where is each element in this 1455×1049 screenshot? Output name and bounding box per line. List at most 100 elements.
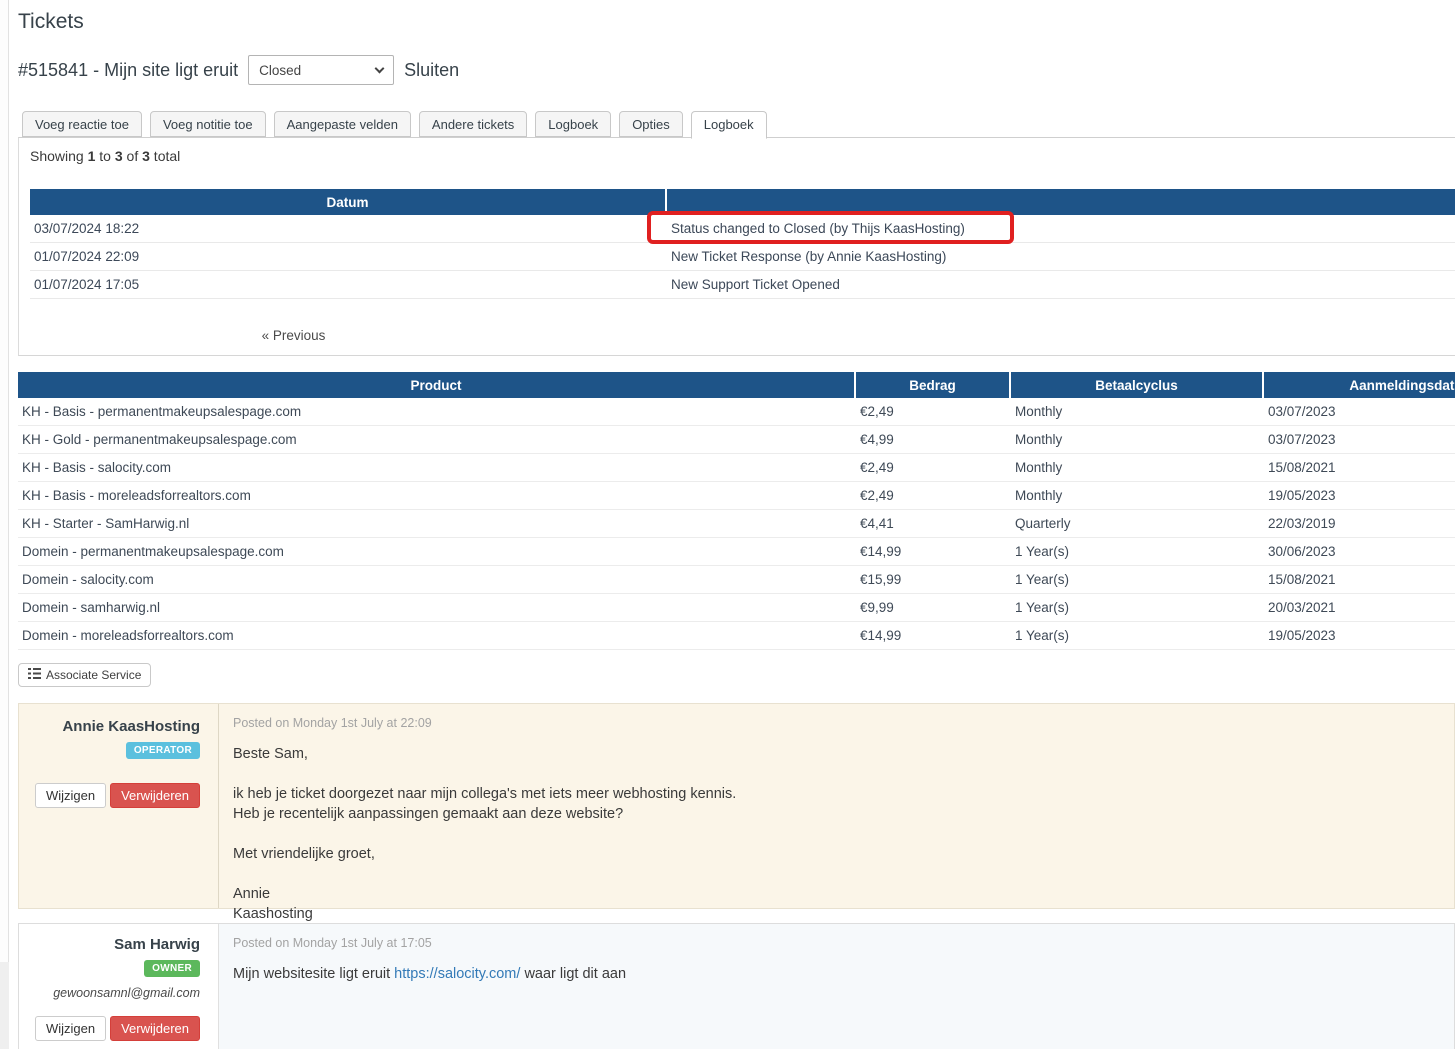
table-row: 03/07/2024 18:22 Status changed to Close… bbox=[30, 215, 1455, 243]
edit-button[interactable]: Wijzigen bbox=[35, 1016, 106, 1041]
product-name[interactable]: KH - Basis - salocity.com bbox=[18, 460, 854, 475]
products-table-header: Product Bedrag Betaalcyclus Aanmeldingsd… bbox=[18, 372, 1455, 398]
log-date: 01/07/2024 17:05 bbox=[30, 277, 665, 292]
edit-button[interactable]: Wijzigen bbox=[35, 783, 106, 808]
message-paragraph: ik heb je ticket doorgezet naar mijn col… bbox=[233, 784, 1440, 824]
product-signup-date: 19/05/2023 bbox=[1264, 628, 1455, 643]
product-signup-date: 03/07/2023 bbox=[1264, 432, 1455, 447]
author-name: Annie KaasHosting bbox=[19, 718, 200, 735]
table-row: Domein - samharwig.nl €9,99 1 Year(s) 20… bbox=[18, 594, 1455, 622]
status-badge: OWNER bbox=[144, 960, 200, 977]
product-name[interactable]: Domein - permanentmakeupsalespage.com bbox=[18, 544, 854, 559]
product-signup-date: 15/08/2021 bbox=[1264, 572, 1455, 587]
products-table: Product Bedrag Betaalcyclus Aanmeldingsd… bbox=[18, 372, 1455, 650]
product-name[interactable]: KH - Basis - permanentmakeupsalespage.co… bbox=[18, 404, 854, 419]
logbook-table: Datum 03/07/2024 18:22 Status changed to… bbox=[30, 189, 1455, 299]
posted-timestamp: Posted on Monday 1st July at 17:05 bbox=[233, 936, 1440, 950]
product-cycle: 1 Year(s) bbox=[1011, 628, 1262, 643]
list-icon bbox=[28, 668, 41, 682]
column-header-action bbox=[667, 189, 1455, 215]
product-amount: €9,99 bbox=[856, 600, 1009, 615]
showing-total: 3 bbox=[142, 148, 150, 164]
message-line: Heb je recentelijk aanpassingen gemaakt … bbox=[233, 806, 623, 822]
product-amount: €15,99 bbox=[856, 572, 1009, 587]
table-row: KH - Basis - moreleadsforrealtors.com €2… bbox=[18, 482, 1455, 510]
ticket-tabs: Voeg reactie toe Voeg notitie toe Aangep… bbox=[22, 111, 767, 139]
message-paragraph: Met vriendelijke groet, bbox=[233, 844, 1440, 864]
reply-message: Beste Sam, ik heb je ticket doorgezet na… bbox=[233, 744, 1440, 924]
table-row: 01/07/2024 22:09 New Ticket Response (by… bbox=[30, 243, 1455, 271]
reply-body: Posted on Monday 1st July at 17:05 Mijn … bbox=[219, 924, 1454, 1049]
product-signup-date: 20/03/2021 bbox=[1264, 600, 1455, 615]
table-row: Domein - salocity.com €15,99 1 Year(s) 1… bbox=[18, 566, 1455, 594]
product-amount: €4,41 bbox=[856, 516, 1009, 531]
chevron-down-icon bbox=[375, 63, 385, 73]
log-action: Status changed to Closed (by Thijs KaasH… bbox=[667, 221, 1455, 236]
product-name[interactable]: Domein - salocity.com bbox=[18, 572, 854, 587]
reply-author-panel: Sam Harwig OWNER gewoonsamnl@gmail.com W… bbox=[19, 924, 219, 1049]
tab-opties[interactable]: Opties bbox=[619, 111, 683, 137]
associate-service-button[interactable]: Associate Service bbox=[18, 663, 151, 687]
message-paragraph: Mijn websitesite ligt eruit https://salo… bbox=[233, 964, 1440, 984]
log-date: 01/07/2024 22:09 bbox=[30, 249, 665, 264]
product-cycle: 1 Year(s) bbox=[1011, 572, 1262, 587]
showing-tail: total bbox=[150, 148, 180, 164]
reply-author-panel: Annie KaasHosting OPERATOR Wijzigen Verw… bbox=[19, 704, 219, 908]
product-name[interactable]: Domein - moreleadsforrealtors.com bbox=[18, 628, 854, 643]
message-paragraph: Annie Kaashosting bbox=[233, 884, 1440, 924]
tab-andere-tickets[interactable]: Andere tickets bbox=[419, 111, 527, 137]
column-header-aanmeldingsdatum: Aanmeldingsdatum bbox=[1264, 372, 1455, 398]
product-name[interactable]: KH - Starter - SamHarwig.nl bbox=[18, 516, 854, 531]
tab-logboek-active[interactable]: Logboek bbox=[691, 111, 767, 139]
close-ticket-link[interactable]: Sluiten bbox=[404, 60, 459, 81]
left-gutter-shade bbox=[0, 962, 9, 1049]
salocity-link[interactable]: https://salocity.com/ bbox=[394, 966, 520, 982]
product-name[interactable]: KH - Basis - moreleadsforrealtors.com bbox=[18, 488, 854, 503]
product-cycle: 1 Year(s) bbox=[1011, 544, 1262, 559]
column-header-betaalcyclus: Betaalcyclus bbox=[1011, 372, 1262, 398]
product-amount: €2,49 bbox=[856, 488, 1009, 503]
tab-logboek[interactable]: Logboek bbox=[535, 111, 611, 137]
product-signup-date: 22/03/2019 bbox=[1264, 516, 1455, 531]
logbook-table-header: Datum bbox=[30, 189, 1455, 215]
column-header-product: Product bbox=[18, 372, 854, 398]
table-row: Domein - moreleadsforrealtors.com €14,99… bbox=[18, 622, 1455, 650]
message-line: Kaashosting bbox=[233, 906, 313, 922]
reply-actions: Wijzigen Verwijderen bbox=[19, 1016, 200, 1041]
status-select-value: Closed bbox=[259, 63, 301, 78]
ticket-header: #515841 - Mijn site ligt eruit Closed Sl… bbox=[18, 54, 459, 86]
delete-button[interactable]: Verwijderen bbox=[110, 783, 200, 808]
reply-client: Sam Harwig OWNER gewoonsamnl@gmail.com W… bbox=[18, 923, 1455, 1049]
product-signup-date: 03/07/2023 bbox=[1264, 404, 1455, 419]
message-text: Mijn websitesite ligt eruit bbox=[233, 966, 394, 982]
product-name[interactable]: KH - Gold - permanentmakeupsalespage.com bbox=[18, 432, 854, 447]
product-signup-date: 30/06/2023 bbox=[1264, 544, 1455, 559]
reply-message: Mijn websitesite ligt eruit https://salo… bbox=[233, 964, 1440, 984]
showing-lead: Showing bbox=[30, 148, 88, 164]
tab-voeg-reactie-toe[interactable]: Voeg reactie toe bbox=[22, 111, 142, 137]
delete-button[interactable]: Verwijderen bbox=[110, 1016, 200, 1041]
product-cycle: 1 Year(s) bbox=[1011, 600, 1262, 615]
reply-actions: Wijzigen Verwijderen bbox=[19, 783, 200, 808]
product-amount: €2,49 bbox=[856, 460, 1009, 475]
message-line: Annie bbox=[233, 886, 270, 902]
left-gutter bbox=[0, 0, 9, 1049]
log-date: 03/07/2024 18:22 bbox=[30, 221, 665, 236]
product-cycle: Monthly bbox=[1011, 404, 1262, 419]
product-signup-date: 15/08/2021 bbox=[1264, 460, 1455, 475]
log-action: New Ticket Response (by Annie KaasHostin… bbox=[667, 249, 1455, 264]
tab-aangepaste-velden[interactable]: Aangepaste velden bbox=[274, 111, 411, 137]
ticket-detail-page: Tickets #515841 - Mijn site ligt eruit C… bbox=[0, 0, 1455, 1049]
product-name[interactable]: Domein - samharwig.nl bbox=[18, 600, 854, 615]
product-amount: €2,49 bbox=[856, 404, 1009, 419]
status-select[interactable]: Closed bbox=[248, 55, 394, 85]
table-row: KH - Basis - permanentmakeupsalespage.co… bbox=[18, 398, 1455, 426]
message-line: ik heb je ticket doorgezet naar mijn col… bbox=[233, 786, 736, 802]
product-cycle: Monthly bbox=[1011, 432, 1262, 447]
product-amount: €14,99 bbox=[856, 628, 1009, 643]
product-cycle: Quarterly bbox=[1011, 516, 1262, 531]
tab-voeg-notitie-toe[interactable]: Voeg notitie toe bbox=[150, 111, 266, 137]
product-cycle: Monthly bbox=[1011, 488, 1262, 503]
pagination-previous[interactable]: « Previous bbox=[30, 328, 557, 343]
message-paragraph: Beste Sam, bbox=[233, 744, 1440, 764]
